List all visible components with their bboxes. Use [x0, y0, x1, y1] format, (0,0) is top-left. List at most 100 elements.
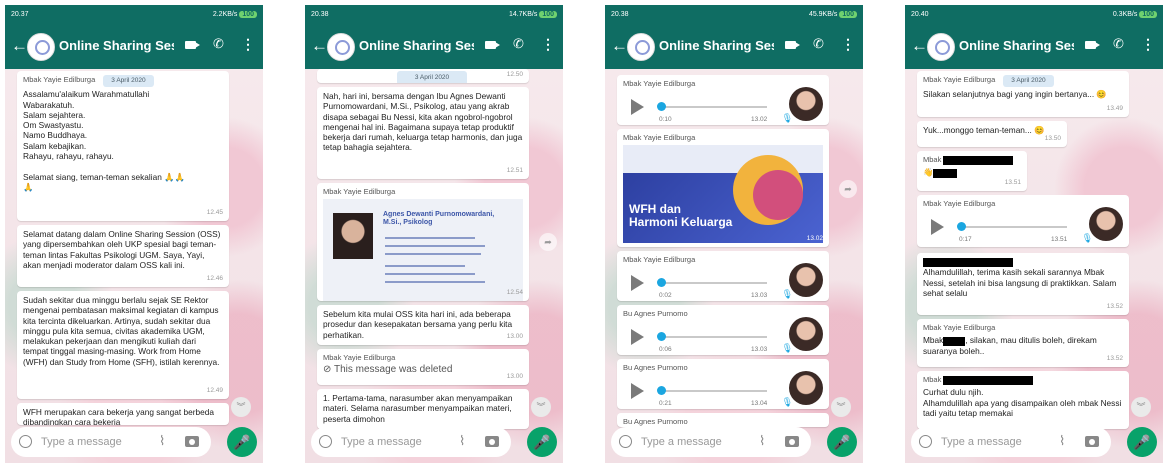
wave-emoji: 👋: [923, 167, 934, 178]
audio-track[interactable]: [659, 336, 767, 339]
attach-icon[interactable]: ⌇: [159, 433, 165, 449]
message-time: 12.51: [506, 166, 523, 174]
message-time: 13.52: [1106, 302, 1123, 310]
message-bubble[interactable]: Bu Agnes Purnomo: [617, 413, 829, 427]
play-icon[interactable]: [631, 275, 644, 292]
back-arrow-icon[interactable]: ←: [311, 36, 328, 56]
message-bubble[interactable]: Nah, hari ini, bersama dengan Ibu Agnes …: [317, 87, 529, 179]
camera-icon[interactable]: [785, 436, 799, 447]
message-bubble[interactable]: Sebelum kita mulai OSS kita hari ini, ad…: [317, 305, 529, 345]
phone-call-icon[interactable]: ✆: [213, 36, 224, 52]
message-bubble[interactable]: 1. Pertama-tama, narasumber akan menyamp…: [317, 389, 529, 429]
attach-icon[interactable]: ⌇: [1059, 433, 1065, 449]
video-call-icon[interactable]: [185, 41, 200, 49]
date-chip: 3 April 2020: [103, 75, 154, 88]
deleted-message[interactable]: Mbak Yayie Edilburga ⊘ This message was …: [317, 349, 529, 385]
play-icon[interactable]: [931, 219, 944, 236]
emoji-icon[interactable]: [19, 435, 32, 448]
camera-icon[interactable]: [485, 436, 499, 447]
emoji-icon[interactable]: [619, 435, 632, 448]
scroll-down-icon[interactable]: ︾: [231, 397, 251, 417]
image-message[interactable]: Mbak Yayie Edilburga Agnes Dewanti Purno…: [317, 183, 529, 301]
message-input[interactable]: Type a message ⌇: [311, 427, 511, 457]
scroll-down-icon[interactable]: ︾: [531, 397, 551, 417]
voice-mic-icon: 🎙: [1081, 233, 1093, 244]
message-bubble[interactable]: Mbak Yayie Edilburga Mbak, silakan, mau …: [917, 319, 1129, 367]
audio-track[interactable]: [659, 106, 767, 109]
message-input[interactable]: Type a message ⌇: [911, 427, 1111, 457]
more-options-icon[interactable]: ⋮: [541, 36, 555, 53]
scroll-down-icon[interactable]: ︾: [1131, 397, 1151, 417]
voice-message[interactable]: Bu Agnes Purnomo 0:21 13.04 🎙: [617, 359, 829, 409]
camera-icon[interactable]: [185, 436, 199, 447]
audio-scrubber[interactable]: [657, 278, 666, 288]
play-icon[interactable]: [631, 329, 644, 346]
image-message[interactable]: Mbak Yayie Edilburga WFH dan Harmoni Kel…: [617, 129, 829, 247]
message-bubble[interactable]: Mbak Curhat dulu njih. Alhamdulillah apa…: [917, 371, 1129, 429]
speaker-slide-image[interactable]: Agnes Dewanti Purnomowardani, M.Si., Psi…: [323, 199, 523, 301]
message-bubble[interactable]: Mbak Yayie Edilburga 3 April 2020 Silakan…: [917, 71, 1129, 117]
scroll-down-icon[interactable]: ︾: [831, 397, 851, 417]
message-input[interactable]: Type a message ⌇: [611, 427, 811, 457]
mic-button[interactable]: 🎤: [527, 427, 557, 457]
audio-track[interactable]: [959, 226, 1067, 229]
more-options-icon[interactable]: ⋮: [1141, 36, 1155, 53]
voice-message[interactable]: Bu Agnes Purnomo 0:06 13.03 🎙: [617, 305, 829, 355]
more-options-icon[interactable]: ⋮: [841, 36, 855, 53]
back-arrow-icon[interactable]: ←: [611, 36, 628, 56]
message-bubble[interactable]: Mbak 👋 13.51: [917, 151, 1027, 191]
video-call-icon[interactable]: [785, 41, 800, 49]
forward-icon[interactable]: ➦: [839, 180, 857, 198]
phone-call-icon[interactable]: ✆: [813, 36, 824, 52]
attach-icon[interactable]: ⌇: [459, 433, 465, 449]
message-bubble[interactable]: Mbak Yayie Edilburga 3 April 2020 Assalam…: [17, 71, 229, 221]
chat-title[interactable]: Online Sharing Ses...: [359, 38, 474, 53]
attach-icon[interactable]: ⌇: [759, 433, 765, 449]
group-avatar[interactable]: [627, 33, 655, 61]
message-bubble[interactable]: 3 April 2020 12.50: [317, 69, 529, 83]
phone-screen-1: 20.37 2.2KB/s 100 ← Online Sharing Ses..…: [5, 5, 263, 463]
message-bubble[interactable]: Yuk...monggo teman-teman... 😊 13.50: [917, 121, 1067, 147]
message-bubble[interactable]: Sudah sekitar dua minggu berlalu sejak S…: [17, 291, 229, 399]
emoji-icon[interactable]: [919, 435, 932, 448]
speaker-photo: [333, 213, 373, 260]
video-call-icon[interactable]: [485, 41, 500, 49]
message-text: Mbak: [923, 335, 944, 346]
mic-button[interactable]: 🎤: [1127, 427, 1157, 457]
play-icon[interactable]: [631, 99, 644, 116]
back-arrow-icon[interactable]: ←: [11, 36, 28, 56]
play-icon[interactable]: [631, 383, 644, 400]
emoji-icon[interactable]: [319, 435, 332, 448]
mic-button[interactable]: 🎤: [227, 427, 257, 457]
audio-track[interactable]: [659, 282, 767, 285]
phone-call-icon[interactable]: ✆: [1113, 36, 1124, 52]
audio-track[interactable]: [659, 390, 767, 393]
voice-message[interactable]: Mbak Yayie Edilburga 0:10 13.02 🎙: [617, 75, 829, 125]
phone-call-icon[interactable]: ✆: [513, 36, 524, 52]
back-arrow-icon[interactable]: ←: [911, 36, 928, 56]
chat-title[interactable]: Online Sharing Ses...: [959, 38, 1074, 53]
more-options-icon[interactable]: ⋮: [241, 36, 255, 53]
audio-scrubber[interactable]: [957, 222, 966, 232]
message-bubble[interactable]: Selamat datang dalam Online Sharing Sess…: [17, 225, 229, 287]
poster-image[interactable]: WFH dan Harmoni Keluarga: [623, 145, 823, 244]
message-input[interactable]: Type a message ⌇: [11, 427, 211, 457]
group-avatar[interactable]: [327, 33, 355, 61]
chat-title[interactable]: Online Sharing Ses...: [659, 38, 774, 53]
voice-message[interactable]: Mbak Yayie Edilburga 0:17 13.51 🎙: [917, 195, 1129, 247]
video-call-icon[interactable]: [1085, 41, 1100, 49]
input-placeholder: Type a message: [341, 436, 422, 448]
audio-scrubber[interactable]: [657, 332, 666, 342]
camera-icon[interactable]: [1085, 436, 1099, 447]
chat-title[interactable]: Online Sharing Ses...: [59, 38, 174, 53]
chat-header: ← Online Sharing Ses... ✆ ⋮: [5, 25, 263, 69]
message-bubble[interactable]: WFH merupakan cara bekerja yang sangat b…: [17, 403, 229, 425]
voice-message[interactable]: Mbak Yayie Edilburga 0:02 13.03 🎙: [617, 251, 829, 301]
forward-icon[interactable]: ➦: [539, 233, 557, 251]
mic-button[interactable]: 🎤: [827, 427, 857, 457]
audio-scrubber[interactable]: [657, 386, 666, 396]
group-avatar[interactable]: [27, 33, 55, 61]
group-avatar[interactable]: [927, 33, 955, 61]
message-bubble[interactable]: Alhamdulillah, terima kasih sekali saran…: [917, 253, 1129, 315]
audio-scrubber[interactable]: [657, 102, 666, 112]
